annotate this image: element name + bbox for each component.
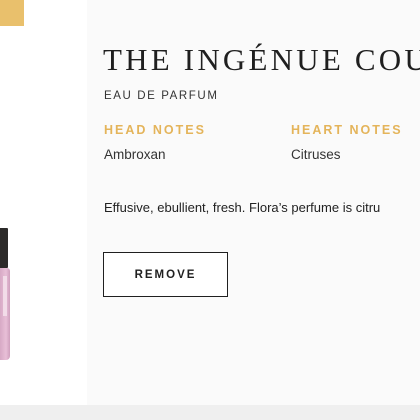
- head-notes-group: HEAD NOTES Ambroxan: [104, 123, 206, 162]
- heart-notes-header: HEART NOTES: [291, 123, 403, 137]
- remove-button[interactable]: REMOVE: [103, 252, 228, 297]
- product-details: THE INGÉNUE COU EAU DE PARFUM HEAD NOTES…: [87, 0, 420, 405]
- product-image-panel: [0, 0, 87, 405]
- bottom-divider: [0, 405, 420, 420]
- product-description: Effusive, ebullient, fresh. Flora’s perf…: [104, 200, 381, 215]
- head-notes-header: HEAD NOTES: [104, 123, 206, 137]
- vial-cap: [0, 228, 8, 268]
- heart-notes-group: HEART NOTES Citruses: [291, 123, 403, 162]
- vial-label: [3, 276, 7, 316]
- head-notes-value: Ambroxan: [104, 147, 166, 162]
- heart-notes-value: Citruses: [291, 147, 341, 162]
- accent-tab: [0, 0, 24, 26]
- product-subtitle: EAU DE PARFUM: [104, 90, 219, 102]
- perfume-vial-icon: [0, 228, 11, 360]
- product-title: THE INGÉNUE COU: [103, 42, 420, 77]
